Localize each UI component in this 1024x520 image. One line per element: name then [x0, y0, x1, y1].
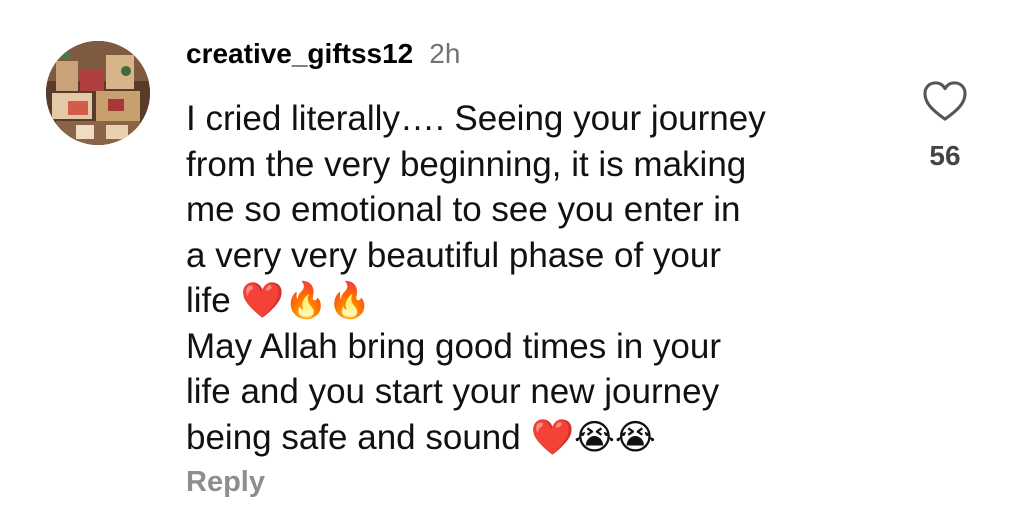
like-area: 56 [915, 80, 975, 172]
username-link[interactable]: creative_giftss12 [186, 38, 413, 70]
comment-header: creative_giftss12 2h [186, 38, 460, 74]
comment: creative_giftss12 2h I cried literally….… [0, 0, 1024, 520]
like-count: 56 [929, 140, 961, 171]
comment-text: I cried literally…. Seeing your journey … [186, 99, 766, 457]
timestamp: 2h [429, 38, 461, 69]
heart-outline-icon[interactable] [922, 80, 968, 122]
reply-button[interactable]: Reply [186, 466, 265, 499]
avatar[interactable] [46, 41, 150, 145]
gift-basket-avatar-icon [46, 41, 150, 145]
